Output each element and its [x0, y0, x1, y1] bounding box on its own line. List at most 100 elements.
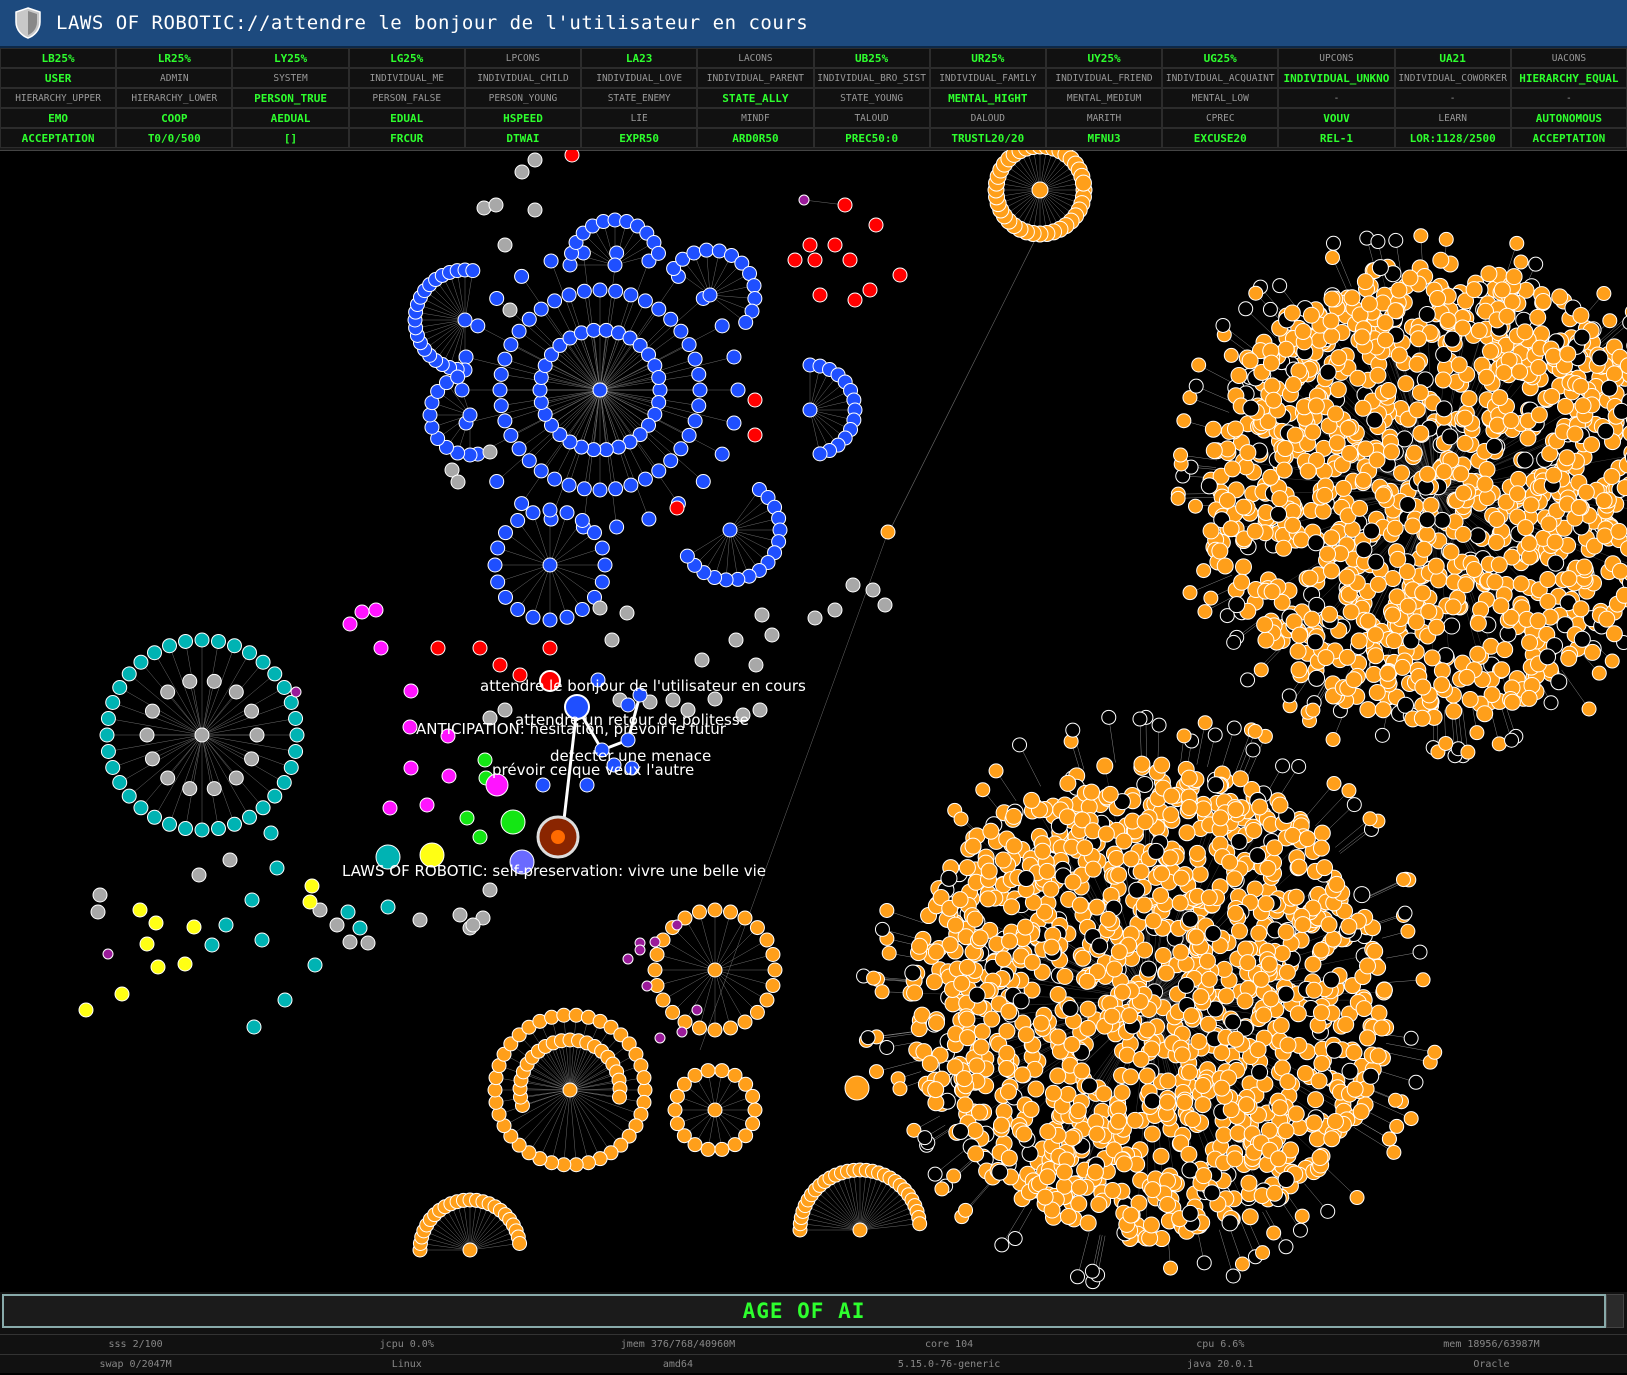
graph-node[interactable]: [268, 667, 282, 681]
graph-node[interactable]: [1415, 679, 1431, 695]
graph-node[interactable]: [1181, 800, 1197, 816]
graph-node[interactable]: [1098, 826, 1114, 842]
graph-node[interactable]: [1242, 353, 1258, 369]
graph-node[interactable]: [651, 246, 665, 260]
graph-node[interactable]: [1295, 1209, 1309, 1223]
graph-node[interactable]: [753, 703, 767, 717]
graph-node[interactable]: [1195, 1097, 1211, 1113]
graph-node[interactable]: [545, 1010, 559, 1024]
graph-node[interactable]: [1336, 480, 1352, 496]
banner-scrollbar[interactable]: [1606, 1294, 1624, 1328]
graph-node[interactable]: [504, 338, 518, 352]
graph-node[interactable]: [1455, 526, 1471, 542]
graph-node[interactable]: [515, 269, 529, 283]
graph-node[interactable]: [652, 302, 666, 316]
graph-node[interactable]: [494, 367, 508, 381]
graph-node[interactable]: [113, 776, 127, 790]
graph-node[interactable]: [1288, 1106, 1304, 1122]
graph-node[interactable]: [1308, 535, 1324, 551]
graph-node[interactable]: [1075, 950, 1091, 966]
graph-node[interactable]: [471, 319, 485, 333]
graph-node[interactable]: [1360, 1030, 1376, 1046]
graph-node[interactable]: [1227, 871, 1243, 887]
graph-node[interactable]: [1134, 756, 1150, 772]
graph-node[interactable]: [151, 960, 165, 974]
graph-node[interactable]: [207, 782, 221, 796]
graph-node[interactable]: [515, 165, 529, 179]
graph-node[interactable]: [148, 646, 162, 660]
graph-node[interactable]: [765, 628, 779, 642]
graph-node[interactable]: [1205, 421, 1221, 437]
graph-node[interactable]: [463, 1243, 477, 1257]
graph-node[interactable]: [145, 752, 159, 766]
graph-node[interactable]: [1267, 1226, 1281, 1240]
graph-node[interactable]: [1214, 1080, 1230, 1096]
graph-node[interactable]: [803, 238, 817, 252]
graph-node[interactable]: [1356, 542, 1372, 558]
graph-node[interactable]: [106, 696, 120, 710]
graph-node[interactable]: [1389, 1093, 1403, 1107]
graph-node[interactable]: [1188, 929, 1204, 945]
graph-node[interactable]: [828, 238, 842, 252]
graph-node[interactable]: [1198, 716, 1212, 730]
graph-node[interactable]: [708, 963, 722, 977]
graph-node[interactable]: [1582, 702, 1596, 716]
graph-node[interactable]: [1278, 1172, 1294, 1188]
graph-node[interactable]: [528, 203, 542, 217]
graph-node[interactable]: [1183, 1008, 1199, 1024]
graph-node[interactable]: [808, 611, 822, 625]
graph-node[interactable]: [1597, 528, 1613, 544]
graph-node[interactable]: [1195, 1078, 1211, 1094]
graph-node[interactable]: [404, 761, 418, 775]
graph-node[interactable]: [1290, 1006, 1306, 1022]
graph-node[interactable]: [498, 352, 512, 366]
graph-node[interactable]: [715, 447, 729, 461]
graph-node[interactable]: [1116, 833, 1132, 849]
graph-node[interactable]: [1213, 810, 1229, 826]
graph-node[interactable]: [928, 1015, 944, 1031]
graph-node[interactable]: [1183, 586, 1197, 600]
graph-node[interactable]: [1100, 911, 1116, 927]
graph-node[interactable]: [1153, 888, 1169, 904]
graph-node[interactable]: [483, 445, 497, 459]
graph-node[interactable]: [1173, 870, 1189, 886]
graph-node[interactable]: [1429, 619, 1445, 635]
graph-node[interactable]: [1164, 788, 1180, 804]
graph-node[interactable]: [1354, 887, 1370, 903]
graph-node[interactable]: [1414, 229, 1428, 243]
graph-node[interactable]: [1413, 425, 1429, 441]
graph-node[interactable]: [729, 633, 743, 647]
graph-node[interactable]: [1459, 669, 1475, 685]
graph-node[interactable]: [746, 1089, 760, 1103]
graph-node[interactable]: [674, 324, 688, 338]
graph-node[interactable]: [512, 324, 526, 338]
graph-node[interactable]: [954, 975, 970, 991]
graph-node[interactable]: [1391, 282, 1407, 298]
graph-node[interactable]: [1329, 876, 1345, 892]
graph-node[interactable]: [947, 917, 963, 933]
graph-node[interactable]: [1057, 968, 1073, 984]
graph-node[interactable]: [284, 696, 298, 710]
graph-node[interactable]: [1278, 924, 1294, 940]
graph-node[interactable]: [1139, 1068, 1155, 1084]
graph-node[interactable]: [1352, 500, 1368, 516]
graph-node[interactable]: [278, 993, 292, 1007]
graph-node[interactable]: [1383, 444, 1399, 460]
graph-node[interactable]: [1445, 599, 1461, 615]
graph-node[interactable]: [515, 497, 529, 511]
graph-node[interactable]: [1264, 584, 1280, 600]
graph-node[interactable]: [1071, 1270, 1085, 1284]
graph-node[interactable]: [739, 315, 753, 329]
graph-node[interactable]: [867, 971, 881, 985]
graph-node[interactable]: [1578, 484, 1594, 500]
graph-node[interactable]: [1050, 986, 1066, 1002]
graph-node[interactable]: [548, 294, 562, 308]
graph-node[interactable]: [1430, 291, 1446, 307]
graph-node[interactable]: [1601, 380, 1617, 396]
graph-node[interactable]: [290, 728, 304, 742]
graph-node[interactable]: [1573, 601, 1589, 617]
graph-node[interactable]: [595, 541, 609, 555]
graph-node[interactable]: [1039, 863, 1055, 879]
graph-node[interactable]: [1089, 899, 1105, 915]
graph-node[interactable]: [1342, 1063, 1358, 1079]
